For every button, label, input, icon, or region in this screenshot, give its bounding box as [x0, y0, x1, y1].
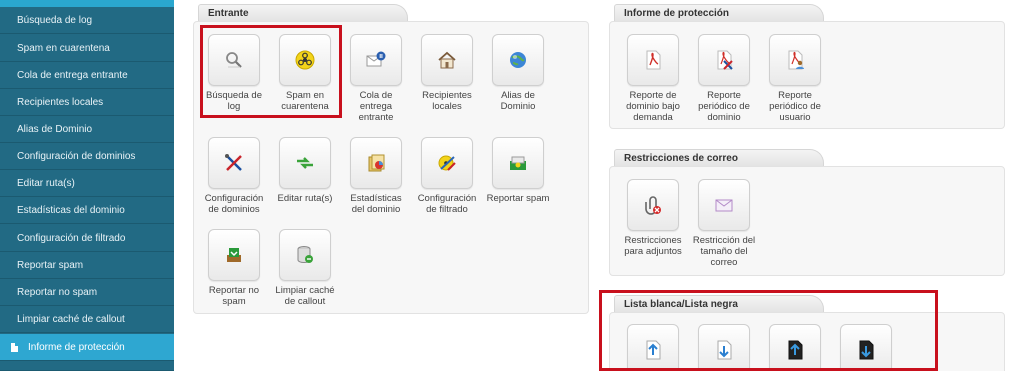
sidebar-item-cola-de-entrega[interactable]: Cola de entrega entrante	[0, 62, 174, 89]
whitelist-export-icon	[627, 324, 679, 371]
sidebar-item-label: Editar ruta(s)	[17, 178, 75, 189]
report-spam-icon	[492, 137, 544, 189]
tile-alias-de-dominio[interactable]: Alias de Dominio	[486, 34, 550, 112]
route-arrows-icon	[279, 137, 331, 189]
tile-label: Estadísticas del dominio	[350, 193, 402, 215]
report-nospam-icon	[208, 229, 260, 281]
tile-reportar-spam[interactable]: Reportar spam	[486, 137, 550, 204]
sidebar-item-label: Configuración de dominios	[17, 151, 136, 162]
tile-configuracion-de-filtrado[interactable]: Configuración de filtrado	[415, 137, 479, 215]
tile-label: Spam en cuarentena	[281, 90, 329, 112]
biohazard-icon	[279, 34, 331, 86]
tile-editar-rutas[interactable]: Editar ruta(s)	[273, 137, 337, 204]
sidebar-item-label: Configuración de filtrado	[17, 233, 126, 244]
tile-label: Alias de Dominio	[500, 90, 536, 112]
tile-cola-de-entrega-entrante[interactable]: Cola de entrega entrante	[344, 34, 408, 123]
sidebar-item-label: Cola de entrega entrante	[17, 70, 128, 81]
tile-label: Configuración de dominios	[204, 193, 264, 215]
mail-queue-icon	[350, 34, 402, 86]
tile-lista-blanca-exportar[interactable]	[621, 324, 685, 371]
filter-biohazard-icon	[421, 137, 473, 189]
tile-label: Reportar no spam	[208, 285, 260, 307]
tile-restricciones-para-adjuntos[interactable]: Restricciones para adjuntos	[621, 179, 685, 257]
tile-label: Recipientes locales	[422, 90, 472, 112]
tile-spam-en-cuarentena[interactable]: Spam en cuarentena	[273, 34, 337, 112]
panel-tab-informe: Informe de protección	[614, 4, 824, 22]
sidebar-item-label: Búsqueda de log	[17, 15, 93, 26]
panel-title: Informe de protección	[624, 8, 730, 19]
tile-label: Reportar spam	[486, 193, 550, 204]
tile-label: Reporte de dominio bajo demanda	[626, 90, 680, 123]
pdf-icon	[627, 34, 679, 86]
tile-reporte-dominio-bajo-demanda[interactable]: Reporte de dominio bajo demanda	[621, 34, 685, 123]
tile-lista-negra-exportar[interactable]	[763, 324, 827, 371]
tile-configuracion-de-dominios[interactable]: Configuración de dominios	[202, 137, 266, 215]
sidebar-item-alias-de-dominio[interactable]: Alias de Dominio	[0, 116, 174, 143]
sidebar-item-reportar-spam[interactable]: Reportar spam	[0, 252, 174, 279]
tile-label: Restricciones para adjuntos	[624, 235, 682, 257]
panel-tab-entrante: Entrante	[198, 4, 408, 22]
main-content: Entrante Búsqueda de log Spam en cuarent…	[174, 0, 1024, 371]
pdf-x-icon	[698, 34, 750, 86]
tile-label: Reporte periódico de usuario	[769, 90, 821, 123]
blacklist-export-icon	[769, 324, 821, 371]
tile-reportar-no-spam[interactable]: Reportar no spam	[202, 229, 266, 307]
tile-recipientes-locales[interactable]: Recipientes locales	[415, 34, 479, 112]
tile-label: Cola de entrega entrante	[358, 90, 394, 123]
tile-label: Editar ruta(s)	[277, 193, 333, 204]
attachment-block-icon	[627, 179, 679, 231]
house-icon	[421, 34, 473, 86]
sidebar-item-label: Reportar no spam	[17, 287, 98, 298]
tile-restriccion-tamano-del-correo[interactable]: Restricción del tamaño del correo	[692, 179, 756, 268]
magnifier-icon	[208, 34, 260, 86]
sidebar-item-label: Informe de protección	[28, 342, 125, 353]
panel-tab-restricciones: Restricciones de correo	[614, 149, 824, 167]
panel-title: Lista blanca/Lista negra	[624, 299, 738, 310]
envelope-icon	[698, 179, 750, 231]
tile-label: Limpiar caché de callout	[275, 285, 335, 307]
sidebar-top-strip	[0, 0, 174, 7]
sidebar-item-next[interactable]	[0, 361, 174, 371]
tile-lista-blanca-importar[interactable]	[692, 324, 756, 371]
sidebar-item-informe-de-proteccion[interactable]: Informe de protección	[0, 334, 174, 361]
tile-estadisticas-del-dominio[interactable]: Estadísticas del dominio	[344, 137, 408, 215]
tools-icon	[208, 137, 260, 189]
tile-label: Configuración de filtrado	[417, 193, 477, 215]
database-clean-icon	[279, 229, 331, 281]
tile-limpiar-cache-de-callout[interactable]: Limpiar caché de callout	[273, 229, 337, 307]
sidebar-item-limpiar-cache-de-callout[interactable]: Limpiar caché de callout	[0, 306, 174, 333]
blacklist-import-icon	[840, 324, 892, 371]
panel-title: Restricciones de correo	[624, 153, 738, 164]
pdf-user-icon	[769, 34, 821, 86]
tile-busqueda-de-log[interactable]: Búsqueda de log	[202, 34, 266, 112]
sidebar-item-configuracion-de-filtrado[interactable]: Configuración de filtrado	[0, 225, 174, 252]
sidebar-item-editar-rutas[interactable]: Editar ruta(s)	[0, 170, 174, 197]
tile-label: Reporte periódico de dominio	[698, 90, 750, 123]
sidebar-item-recipientes-locales[interactable]: Recipientes locales	[0, 89, 174, 116]
tile-lista-negra-importar[interactable]	[834, 324, 898, 371]
globe-icon	[492, 34, 544, 86]
sidebar-item-configuracion-de-dominios[interactable]: Configuración de dominios	[0, 143, 174, 170]
sidebar-item-label: Recipientes locales	[17, 97, 104, 108]
sidebar-item-label: Alias de Dominio	[17, 124, 93, 135]
tile-reporte-periodico-de-dominio[interactable]: Reporte periódico de dominio	[692, 34, 756, 123]
sidebar-item-busqueda-de-log[interactable]: Búsqueda de log	[0, 7, 174, 34]
sidebar-item-reportar-no-spam[interactable]: Reportar no spam	[0, 279, 174, 306]
tile-label: Restricción del tamaño del correo	[692, 235, 756, 268]
panel-title: Entrante	[208, 8, 249, 19]
sidebar-item-estadisticas-del-dominio[interactable]: Estadísticas del dominio	[0, 197, 174, 224]
whitelist-import-icon	[698, 324, 750, 371]
tile-label: Búsqueda de log	[206, 90, 262, 112]
tile-reporte-periodico-de-usuario[interactable]: Reporte periódico de usuario	[763, 34, 827, 123]
sidebar-item-label: Reportar spam	[17, 260, 84, 271]
stats-folder-icon	[350, 137, 402, 189]
document-icon	[11, 343, 18, 352]
sidebar-item-label: Limpiar caché de callout	[17, 314, 125, 325]
sidebar-item-label: Estadísticas del dominio	[17, 205, 125, 216]
sidebar: Búsqueda de log Spam en cuarentena Cola …	[0, 0, 174, 371]
sidebar-item-label: Spam en cuarentena	[17, 43, 110, 54]
panel-tab-lista: Lista blanca/Lista negra	[614, 295, 824, 313]
sidebar-item-spam-en-cuarentena[interactable]: Spam en cuarentena	[0, 35, 174, 62]
